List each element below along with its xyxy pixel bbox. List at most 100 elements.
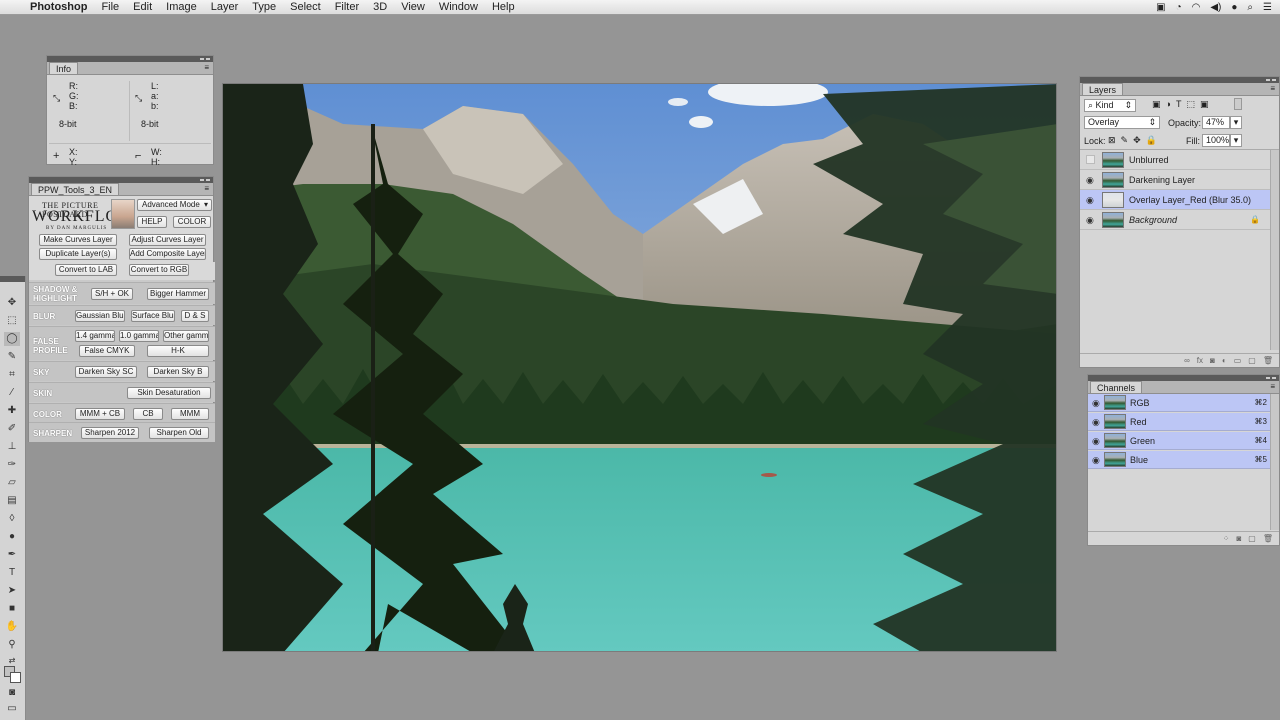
eye-icon[interactable]: ◉ [1086,175,1094,186]
app-menu[interactable]: Photoshop [30,1,87,13]
spotlight-icon[interactable]: ⌕ [1247,2,1253,13]
kind-filter-select[interactable]: ⌕ Kind ⇕ [1084,99,1136,112]
menu-3d[interactable]: 3D [373,1,387,13]
menu-edit[interactable]: Edit [133,1,152,13]
mask-icon[interactable]: ◙ [1210,356,1215,365]
sharpen-old-button[interactable]: Sharpen Old [149,427,209,439]
mmm-cb-button[interactable]: MMM + CB [75,408,125,420]
screen-record-icon[interactable]: ▣ [1156,2,1165,13]
layer-row[interactable]: ◉ Background 🔒 [1080,210,1270,230]
channel-row-rgb[interactable]: ◉ RGB ⌘2 [1088,394,1271,412]
panel-collapse-bar[interactable] [0,276,25,282]
move-tool-icon[interactable]: ✥ [4,296,20,310]
eye-icon[interactable]: ◉ [1092,436,1100,447]
volume-icon[interactable]: ◀) [1210,2,1221,13]
menu-help[interactable]: Help [492,1,515,13]
background-color-swatch[interactable] [10,672,21,683]
pen-tool-icon[interactable]: ✒ [4,548,20,562]
duplicate-layers-button[interactable]: Duplicate Layer(s) [39,248,117,260]
tab-channels[interactable]: Channels [1090,381,1143,393]
convert-to-lab-button[interactable]: Convert to LAB [55,264,117,276]
notification-icon[interactable]: ☰ [1263,2,1272,13]
channel-row-blue[interactable]: ◉ Blue ⌘5 [1088,451,1271,469]
gamma-1-4-button[interactable]: 1.4 gamma [75,330,115,342]
make-curves-layer-button[interactable]: Make Curves Layer [39,234,117,246]
eyedropper-tool-icon[interactable]: ⁄ [4,386,20,400]
new-channel-icon[interactable]: ▢ [1248,534,1256,543]
path-select-tool-icon[interactable]: ➤ [4,584,20,598]
mmm-button[interactable]: MMM [171,408,209,420]
panel-menu-icon[interactable]: ≡ [204,183,209,195]
sh-ok-button[interactable]: S/H + OK [91,288,133,300]
filter-type-icons[interactable]: ▣◑T⬚▣ [1152,99,1213,110]
blend-mode-select[interactable]: Overlay ⇕ [1084,116,1160,129]
quick-select-tool-icon[interactable]: ✎ [4,350,20,364]
add-composite-layer-button[interactable]: Add Composite Layer [129,248,206,260]
time-machine-icon[interactable]: ◔ [1176,2,1182,13]
layers-scrollbar[interactable] [1270,150,1279,350]
bigger-hammer-button[interactable]: Bigger Hammer [147,288,209,300]
sharpen-2012-button[interactable]: Sharpen 2012 [81,427,139,439]
help-button[interactable]: HELP [137,216,167,228]
tab-info[interactable]: Info [49,62,79,74]
visibility-off-icon[interactable] [1086,155,1095,164]
load-selection-icon[interactable]: ⁘ [1223,534,1230,543]
channel-row-green[interactable]: ◉ Green ⌘4 [1088,432,1271,450]
eraser-tool-icon[interactable]: ▱ [4,476,20,490]
lock-option-icons[interactable]: ⊠✎✥🔒 [1108,135,1162,146]
folder-icon[interactable]: ▭ [1234,356,1242,365]
tab-layers[interactable]: Layers [1082,83,1124,95]
tab-ppw-tools[interactable]: PPW_Tools_3_EN [31,183,120,195]
lasso-tool-icon[interactable]: ◯ [4,332,20,346]
channels-scrollbar[interactable] [1270,394,1279,530]
adjust-curves-layer-button[interactable]: Adjust Curves Layer [129,234,206,246]
blur-tool-icon[interactable]: ◊ [4,512,20,526]
menu-type[interactable]: Type [252,1,276,13]
fill-input[interactable]: 100% [1202,134,1230,147]
layer-row[interactable]: ◉ Darkening Layer [1080,170,1270,190]
menu-image[interactable]: Image [166,1,197,13]
fill-dropdown-icon[interactable]: ▾ [1230,134,1242,147]
stamp-tool-icon[interactable]: ⊥ [4,440,20,454]
panel-menu-icon[interactable]: ≡ [204,62,209,74]
menu-select[interactable]: Select [290,1,321,13]
eye-icon[interactable]: ◉ [1092,455,1100,466]
menu-layer[interactable]: Layer [211,1,239,13]
menu-view[interactable]: View [401,1,425,13]
wifi-icon[interactable]: ◠ [1192,2,1201,13]
opacity-input[interactable]: 47% [1202,116,1230,129]
menu-filter[interactable]: Filter [335,1,359,13]
menu-window[interactable]: Window [439,1,478,13]
skin-desaturation-button[interactable]: Skin Desaturation [127,387,211,399]
zoom-tool-icon[interactable]: ⚲ [4,638,20,652]
trash-icon[interactable]: 🗑 [1263,534,1273,543]
cb-button[interactable]: CB [133,408,163,420]
dodge-tool-icon[interactable]: ● [4,530,20,544]
menu-file[interactable]: File [101,1,119,13]
convert-to-rgb-button[interactable]: Convert to RGB [129,264,189,276]
mode-select[interactable]: Advanced Mode ▾ [137,199,212,211]
opacity-dropdown-icon[interactable]: ▾ [1230,116,1242,129]
brush-tool-icon[interactable]: ✐ [4,422,20,436]
document-canvas[interactable] [222,83,1057,652]
trash-icon[interactable]: 🗑 [1263,356,1273,365]
false-cmyk-button[interactable]: False CMYK [79,345,135,357]
user-icon[interactable]: ● [1231,2,1237,13]
panel-menu-icon[interactable]: ≡ [1270,83,1275,95]
panel-menu-icon[interactable]: ≡ [1270,381,1275,393]
layer-row-selected[interactable]: ◉ Overlay Layer_Red (Blur 35.0) [1080,190,1270,210]
hand-tool-icon[interactable]: ✋ [4,620,20,634]
other-gamma-button[interactable]: Other gamma [163,330,209,342]
eye-icon[interactable]: ◉ [1086,215,1094,226]
eye-icon[interactable]: ◉ [1086,195,1094,206]
shape-tool-icon[interactable]: ■ [4,602,20,616]
marquee-tool-icon[interactable]: ⬚ [4,314,20,328]
quick-mask-icon[interactable]: ◙ [4,686,20,700]
filter-toggle-icon[interactable] [1234,98,1242,110]
new-layer-icon[interactable]: ▢ [1248,356,1256,365]
eye-icon[interactable]: ◉ [1092,398,1100,409]
gaussian-blur-button[interactable]: Gaussian Blur [75,310,125,322]
h-k-button[interactable]: H-K [147,345,209,357]
history-brush-tool-icon[interactable]: ✑ [4,458,20,472]
d-and-s-button[interactable]: D & S [181,310,209,322]
